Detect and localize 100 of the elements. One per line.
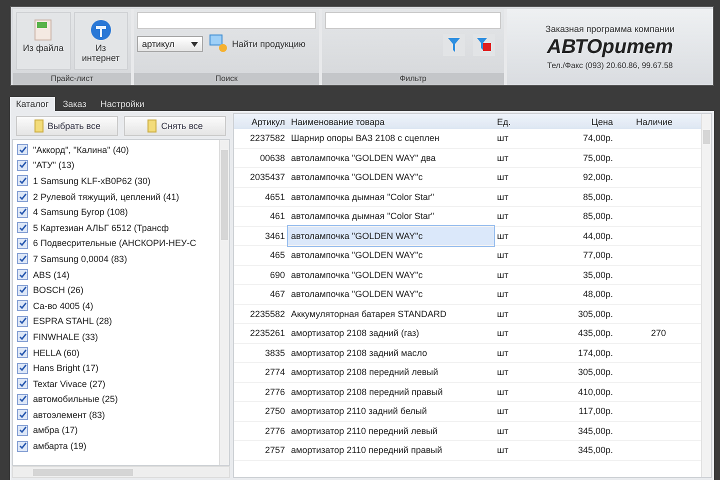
group-item[interactable]: 6 Подвесрительные (АНСКОРИ-НЕУ-С bbox=[33, 238, 196, 248]
table-cell: амортизатор 2110 передний левый bbox=[288, 421, 494, 440]
table-cell: 74,00р. bbox=[550, 129, 616, 148]
table-cell: амортизатор 2108 задний (газ) bbox=[288, 324, 494, 343]
group-item[interactable]: HELLA (60) bbox=[33, 348, 80, 358]
tab[interactable]: Каталог bbox=[10, 97, 55, 111]
group-item[interactable]: амбарта (19) bbox=[33, 441, 86, 452]
table-cell: 2235261 bbox=[234, 324, 288, 343]
table-cell: шт bbox=[494, 421, 550, 440]
table-cell: 2235582 bbox=[234, 304, 288, 324]
table-cell: автолампочка дымная "Color Star" bbox=[288, 187, 494, 206]
filter-button[interactable] bbox=[443, 34, 465, 56]
group-item[interactable]: амбра (17) bbox=[33, 425, 78, 436]
table-cell: 465 bbox=[234, 246, 288, 265]
table-cell: 44,00р. bbox=[550, 226, 616, 246]
checkbox[interactable] bbox=[17, 144, 28, 156]
catalog-button[interactable]: Снять все bbox=[124, 116, 226, 136]
column-header[interactable]: Артикул bbox=[234, 114, 288, 129]
checkbox[interactable] bbox=[17, 191, 28, 202]
group-item[interactable]: ABS (14) bbox=[33, 270, 70, 280]
table-cell: 117,00р. bbox=[550, 402, 616, 421]
table-cell: шт bbox=[494, 187, 550, 206]
filter-field[interactable] bbox=[325, 12, 501, 29]
folder-icon bbox=[147, 119, 158, 133]
checkbox[interactable] bbox=[17, 440, 28, 452]
column-header[interactable]: Цена bbox=[550, 114, 616, 129]
column-header[interactable]: Ед. bbox=[494, 114, 550, 129]
checkbox[interactable] bbox=[17, 409, 28, 420]
import-button[interactable]: Из файла bbox=[16, 12, 70, 70]
group-item[interactable]: Ca-во 4005 (4) bbox=[33, 300, 94, 311]
checkbox[interactable] bbox=[17, 206, 28, 218]
import-button[interactable]: Из интернет bbox=[74, 12, 128, 70]
checkbox[interactable] bbox=[17, 284, 28, 296]
group-item[interactable]: "АТУ" (13) bbox=[33, 160, 74, 170]
checkbox[interactable] bbox=[17, 378, 28, 390]
table-cell: автолампочка "GOLDEN WAY" два bbox=[288, 148, 494, 168]
table-cell: 2776 bbox=[234, 382, 288, 402]
checkbox[interactable] bbox=[17, 160, 28, 171]
scrollbar[interactable] bbox=[12, 466, 230, 478]
table-cell: шт bbox=[494, 226, 550, 246]
group-item[interactable]: ESPRA STAHL (28) bbox=[33, 316, 112, 326]
table-cell: шт bbox=[494, 246, 550, 265]
checkbox[interactable] bbox=[17, 253, 28, 264]
group-item[interactable]: автомобильные (25) bbox=[33, 394, 118, 404]
checkbox[interactable] bbox=[17, 300, 28, 312]
tab[interactable]: Настройки bbox=[94, 97, 150, 111]
checkbox[interactable] bbox=[17, 362, 28, 374]
scrollbar[interactable] bbox=[219, 140, 229, 465]
scrollbar[interactable] bbox=[701, 114, 711, 477]
table-cell: шт bbox=[494, 284, 550, 304]
checkbox[interactable] bbox=[17, 316, 28, 327]
tab[interactable]: Заказ bbox=[56, 97, 92, 111]
checkbox[interactable] bbox=[17, 175, 28, 186]
funnel-clear-icon bbox=[476, 37, 492, 53]
group-item[interactable]: 7 Samsung 0,0004 (83) bbox=[33, 254, 128, 264]
checkbox[interactable] bbox=[17, 424, 28, 436]
table-cell: амортизатор 2108 передний левый bbox=[288, 362, 494, 382]
checkbox[interactable] bbox=[17, 347, 28, 358]
clear-filter-button[interactable] bbox=[473, 34, 495, 56]
column-header[interactable]: Наименование товара bbox=[288, 114, 494, 129]
group-item[interactable]: FINWHALE (33) bbox=[33, 332, 98, 342]
company-phone: Тел./Факс (093) 20.60.86, 99.67.58 bbox=[547, 61, 673, 70]
document-icon bbox=[34, 19, 52, 41]
table-cell: 35,00р. bbox=[550, 265, 616, 284]
company-logo-text: АВТОритет bbox=[547, 36, 673, 59]
column-header[interactable]: Наличие bbox=[616, 114, 701, 129]
table-cell: 77,00р. bbox=[550, 246, 616, 265]
search-field[interactable] bbox=[137, 12, 316, 29]
table-cell: 305,00р. bbox=[550, 304, 616, 324]
table-cell: амортизатор 2110 задний белый bbox=[288, 402, 494, 421]
checkbox[interactable] bbox=[17, 331, 28, 342]
group-caption: Прайс-лист bbox=[13, 73, 131, 85]
group-item[interactable]: BOSCH (26) bbox=[33, 285, 84, 296]
table-cell: 48,00р. bbox=[550, 284, 616, 304]
group-item[interactable]: 5 Картезиан АЛЬГ 6512 (Трансф bbox=[33, 222, 169, 233]
checkbox[interactable] bbox=[17, 238, 28, 249]
table-cell: 2750 bbox=[234, 402, 288, 421]
table-cell: автолампочка "GOLDEN WAY"с bbox=[288, 284, 494, 304]
table-cell: 85,00р. bbox=[550, 187, 616, 206]
table-cell: Шарнир опоры ВАЗ 2108 с сцеплен bbox=[288, 129, 494, 148]
find-button[interactable]: Найти продукцию bbox=[209, 34, 316, 54]
table-cell: автолампочка "GOLDEN WAY"с bbox=[288, 246, 494, 265]
group-item[interactable]: 2 Рулевой тяжущий, цеплений (41) bbox=[33, 192, 180, 202]
checkbox[interactable] bbox=[17, 394, 28, 405]
table-cell: 690 bbox=[234, 265, 288, 284]
group-item[interactable]: Textar Vivace (27) bbox=[33, 378, 106, 389]
search-type-dropdown[interactable]: артикул bbox=[137, 36, 203, 52]
group-item[interactable]: Hans Bright (17) bbox=[33, 363, 99, 374]
table-cell: шт bbox=[494, 168, 550, 187]
group-item[interactable]: 1 Samsung KLF-xB0P62 (30) bbox=[33, 176, 151, 186]
table-cell: амортизатор 2108 задний масло bbox=[288, 343, 494, 362]
group-item[interactable]: автоэлемент (83) bbox=[33, 410, 106, 420]
table-cell: шт bbox=[494, 324, 550, 343]
table-cell: шт bbox=[494, 402, 550, 421]
group-item[interactable]: 4 Samsung Бугор (108) bbox=[33, 207, 128, 218]
checkbox[interactable] bbox=[17, 222, 28, 234]
group-item[interactable]: "Аккорд", "Калина" (40) bbox=[33, 144, 129, 155]
catalog-button[interactable]: Выбрать все bbox=[16, 116, 118, 136]
table-cell: 2757 bbox=[234, 440, 288, 460]
checkbox[interactable] bbox=[17, 269, 28, 280]
